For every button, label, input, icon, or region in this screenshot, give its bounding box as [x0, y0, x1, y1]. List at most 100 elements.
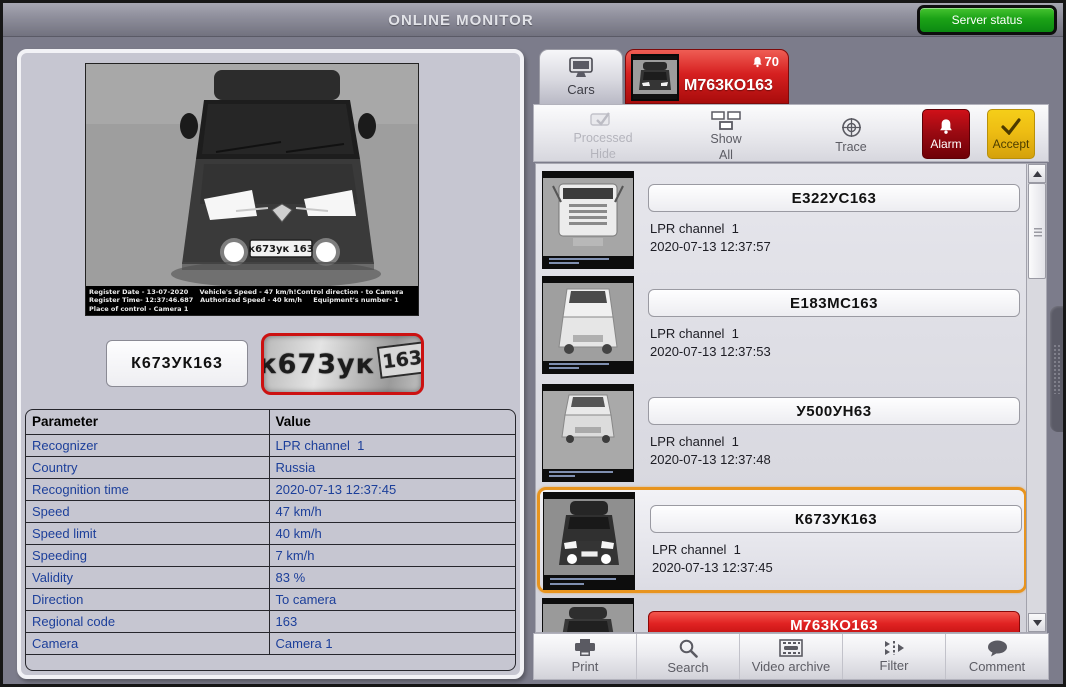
- alarm-bell-icon: [940, 118, 952, 134]
- panel-splitter-handle[interactable]: [1050, 306, 1063, 432]
- accept-button[interactable]: Accept: [987, 109, 1035, 159]
- alarm-count-badge: 70: [752, 54, 779, 69]
- param-value: Russia: [268, 456, 515, 479]
- processed-label-1: Processed: [573, 131, 633, 145]
- event-plate-number[interactable]: Е322УС163: [648, 184, 1020, 212]
- param-name: Regional code: [26, 610, 269, 633]
- search-icon: [679, 639, 698, 658]
- table-row[interactable]: Speed 47 km/h: [26, 500, 515, 523]
- plate-crop-image[interactable]: к673ук 163: [261, 333, 424, 395]
- comment-label: Comment: [968, 658, 1026, 674]
- alarm-button[interactable]: Alarm: [922, 109, 970, 159]
- table-row[interactable]: Validity 83 %: [26, 566, 515, 589]
- event-channel: LPR channel 1: [650, 221, 739, 236]
- events-list: Е322УС163 LPR channel 1 2020-07-13 12:37…: [535, 163, 1047, 633]
- table-row[interactable]: Direction To camera: [26, 588, 515, 611]
- svg-text:к673ук 163: к673ук 163: [248, 244, 313, 255]
- caption-line-2: Register Time- 12:37:46.687 Authorized S…: [89, 296, 399, 304]
- list-item-alarm[interactable]: М763КО163: [538, 596, 1026, 632]
- param-value: 163: [268, 610, 515, 633]
- parameters-table: Parameter Value Recognizer LPR channel 1 …: [25, 409, 516, 671]
- event-plate-number[interactable]: Е183МС163: [648, 289, 1020, 317]
- table-row[interactable]: Recognizer LPR channel 1: [26, 434, 515, 457]
- tab-alarm-event[interactable]: 70 М763КО163: [625, 49, 789, 104]
- alarm-tab-thumbnail: [631, 54, 679, 101]
- vehicle-thumbnail: [542, 598, 634, 632]
- param-name: Speed limit: [26, 522, 269, 545]
- tab-cars[interactable]: Cars: [539, 49, 623, 104]
- param-value: To camera: [268, 588, 515, 611]
- param-value: 47 km/h: [268, 500, 515, 523]
- event-plate-number-alarm[interactable]: М763КО163: [648, 611, 1020, 632]
- scrollbar-thumb[interactable]: [1028, 183, 1046, 279]
- title-bar: ONLINE MONITOR Server status: [3, 3, 1063, 37]
- actions-toolbar: Print Search Video archive Filter Commen…: [533, 633, 1049, 680]
- vehicle-thumbnail: [542, 171, 634, 269]
- comment-icon: [987, 640, 1007, 656]
- tab-cars-label: Cars: [567, 82, 595, 97]
- processed-hide-button[interactable]: Processed Hide: [560, 111, 646, 161]
- trace-button[interactable]: Trace: [818, 117, 884, 154]
- table-row[interactable]: Recognition time 2020-07-13 12:37:45: [26, 478, 515, 501]
- search-label: Search: [667, 659, 709, 675]
- events-panel: Cars 70 М763КО163 Processed Hide Show Al…: [533, 47, 1049, 680]
- table-row[interactable]: Camera Camera 1: [26, 632, 515, 655]
- recognized-plate-text[interactable]: К673УК163: [106, 340, 248, 387]
- list-scrollbar[interactable]: [1026, 164, 1046, 632]
- accept-check-icon: [1001, 117, 1021, 135]
- event-time: 2020-07-13 12:37:48: [650, 452, 771, 467]
- param-value: 83 %: [268, 566, 515, 589]
- scroll-down-button[interactable]: [1028, 613, 1046, 632]
- param-name: Speeding: [26, 544, 269, 567]
- show-all-button[interactable]: Show All: [686, 111, 766, 162]
- photo-caption-overlay: Register Date - 13-07-2020 Vehicle's Spe…: [86, 285, 418, 315]
- param-name: Validity: [26, 566, 269, 589]
- list-item[interactable]: Е183МС163 LPR channel 1 2020-07-13 12:37…: [538, 274, 1026, 376]
- vehicle-thumbnail: [542, 384, 634, 482]
- video-archive-icon: [779, 639, 803, 657]
- search-button[interactable]: Search: [637, 634, 740, 679]
- param-name: Country: [26, 456, 269, 479]
- event-time: 2020-07-13 12:37:57: [650, 239, 771, 254]
- param-name: Recognizer: [26, 434, 269, 457]
- vehicle-photo[interactable]: к673ук 163 Register Date - 13-07-2020 Ve…: [85, 63, 419, 316]
- param-name: Camera: [26, 632, 269, 655]
- list-item[interactable]: Е322УС163 LPR channel 1 2020-07-13 12:37…: [538, 169, 1026, 271]
- video-archive-label: Video archive: [751, 659, 831, 674]
- video-archive-button[interactable]: Video archive: [740, 634, 843, 679]
- list-item-selected[interactable]: К673УК163 LPR channel 1 2020-07-13 12:37…: [537, 487, 1027, 593]
- filter-icon: [885, 641, 904, 655]
- event-time: 2020-07-13 12:37:45: [652, 560, 773, 575]
- event-plate-number[interactable]: У500УН63: [648, 397, 1020, 425]
- param-value: 2020-07-13 12:37:45: [268, 478, 515, 501]
- param-name: Speed: [26, 500, 269, 523]
- print-button[interactable]: Print: [534, 634, 637, 679]
- server-status-button[interactable]: Server status: [917, 5, 1057, 35]
- show-all-icon: [711, 111, 741, 130]
- event-time: 2020-07-13 12:37:53: [650, 344, 771, 359]
- monitor-icon: [569, 57, 593, 77]
- thumb-grip: [1034, 228, 1042, 237]
- table-row[interactable]: Speed limit 40 km/h: [26, 522, 515, 545]
- list-item[interactable]: У500УН63 LPR channel 1 2020-07-13 12:37:…: [538, 382, 1026, 484]
- vehicle-photo-image: к673ук 163: [86, 64, 418, 315]
- filter-button[interactable]: Filter: [843, 634, 946, 679]
- caption-line-1: Register Date - 13-07-2020 Vehicle's Spe…: [89, 287, 404, 296]
- alarm-tab-plate: М763КО163: [684, 77, 773, 94]
- table-row[interactable]: Speeding 7 km/h: [26, 544, 515, 567]
- vehicle-thumbnail: [542, 276, 634, 374]
- alarm-label: Alarm: [930, 136, 962, 151]
- processed-label-2: Hide: [590, 147, 616, 161]
- event-plate-number[interactable]: К673УК163: [650, 505, 1022, 533]
- print-label: Print: [571, 659, 599, 674]
- scroll-up-button[interactable]: [1028, 164, 1046, 183]
- online-monitor-window: ONLINE MONITOR Server status к673ук 163 …: [0, 0, 1066, 687]
- plate-crop-region: 163: [376, 341, 421, 379]
- table-row[interactable]: Country Russia: [26, 456, 515, 479]
- trace-icon: [841, 118, 861, 137]
- processed-plate-icon: [590, 112, 610, 126]
- event-channel: LPR channel 1: [650, 326, 739, 341]
- comment-button[interactable]: Comment: [946, 634, 1048, 679]
- event-channel: LPR channel 1: [652, 542, 741, 557]
- table-row[interactable]: Regional code 163: [26, 610, 515, 633]
